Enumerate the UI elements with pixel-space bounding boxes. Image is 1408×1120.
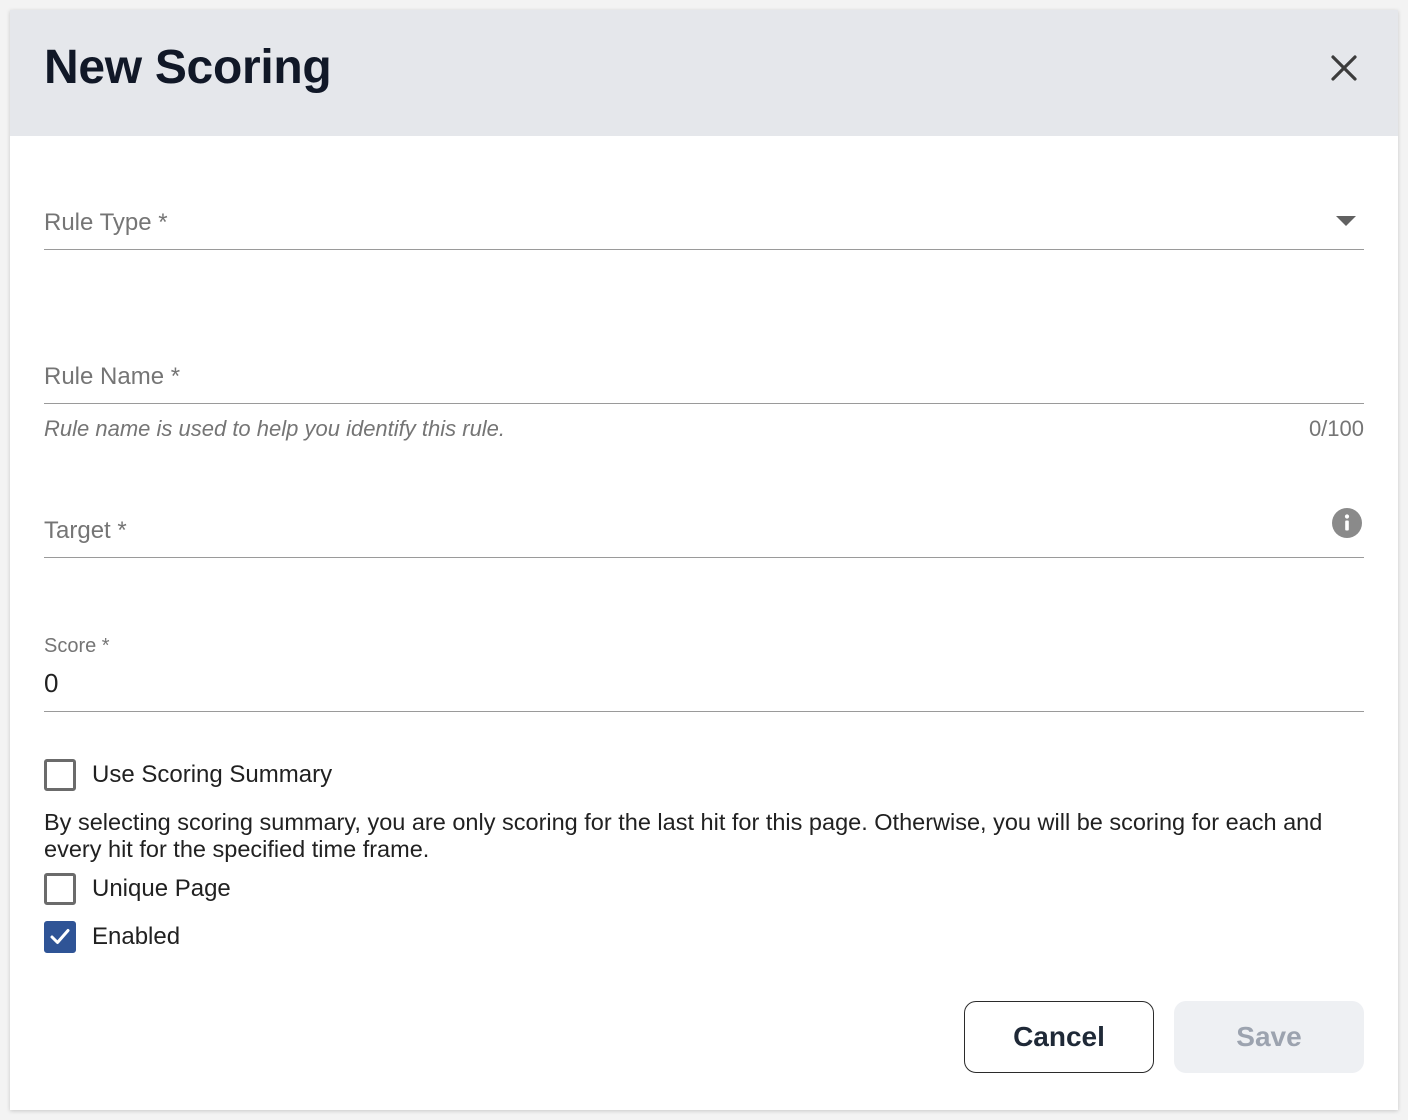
- info-icon[interactable]: [1332, 508, 1362, 538]
- rule-name-label: Rule Name *: [44, 363, 181, 390]
- use-scoring-summary-checkbox[interactable]: Use Scoring Summary: [44, 759, 332, 791]
- checkbox-box-checked[interactable]: [44, 921, 76, 953]
- cancel-button[interactable]: Cancel: [964, 1001, 1154, 1073]
- unique-page-checkbox[interactable]: Unique Page: [44, 873, 231, 905]
- new-scoring-dialog: New Scoring Rule Type * Rule Name * Rule…: [10, 10, 1398, 1110]
- dialog-header: New Scoring: [10, 10, 1398, 136]
- target-label: Target *: [44, 517, 127, 544]
- score-value: 0: [44, 668, 59, 698]
- save-button[interactable]: Save: [1174, 1001, 1364, 1073]
- checkbox-box[interactable]: [44, 873, 76, 905]
- target-input[interactable]: Target *: [44, 498, 1364, 558]
- rule-type-select[interactable]: Rule Type *: [44, 190, 1364, 250]
- dropdown-arrow-icon: [1336, 216, 1356, 226]
- enabled-label: Enabled: [92, 923, 181, 950]
- scoring-summary-description: By selecting scoring summary, you are on…: [44, 809, 1323, 862]
- score-input[interactable]: Score * 0: [44, 626, 1364, 712]
- checkmark-icon: [50, 929, 70, 944]
- rule-name-input[interactable]: Rule Name *: [44, 344, 1364, 404]
- score-label: Score *: [44, 635, 110, 657]
- close-icon: [1331, 55, 1357, 81]
- use-scoring-summary-label: Use Scoring Summary: [92, 761, 333, 788]
- rule-type-label: Rule Type *: [44, 209, 168, 236]
- dialog-title: New Scoring: [44, 41, 332, 94]
- unique-page-label: Unique Page: [92, 875, 231, 902]
- rule-name-counter: 0/100: [1308, 416, 1364, 441]
- enabled-checkbox[interactable]: Enabled: [44, 921, 180, 953]
- rule-name-hint: Rule name is used to help you identify t…: [44, 416, 506, 441]
- close-button[interactable]: [1326, 50, 1362, 86]
- checkbox-box[interactable]: [44, 759, 76, 791]
